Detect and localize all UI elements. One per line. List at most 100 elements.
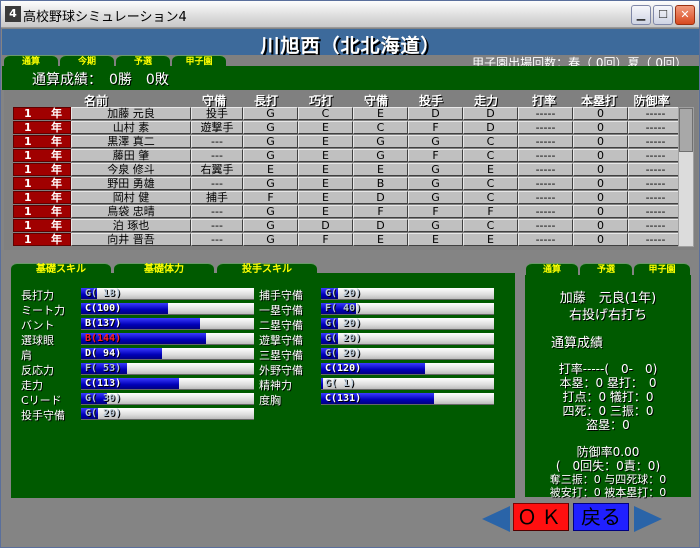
grade-suffix: 年 xyxy=(51,149,62,162)
cell-speed: E xyxy=(463,233,518,246)
stat-sb: 盗塁：0 xyxy=(586,418,630,432)
table-row[interactable]: 1 年岡村 健捕手 F E D G C ----- 0 ----- xyxy=(13,191,683,204)
cell-name: 加藤 元良 xyxy=(71,107,191,120)
minimize-button[interactable]: ▁ xyxy=(631,5,651,25)
table-row[interactable]: 1 年鳥袋 忠晴 --- G E F F F ----- 0 ----- xyxy=(13,205,683,218)
player-info-panel: 加藤 元良(1年) 右投げ右打ち 通算成績 打率-----( 0- 0) 本塁：… xyxy=(525,275,691,499)
title-bar: 4 高校野球シミュレーション4 ▁ ☐ ✕ xyxy=(1,1,699,28)
skill-bar: G( 18) xyxy=(81,288,254,300)
skill-label: 投手守備 xyxy=(21,409,65,422)
cell-hr: 0 xyxy=(573,191,628,204)
maximize-button[interactable]: ☐ xyxy=(653,5,673,25)
cell-field: E xyxy=(353,107,408,120)
cell-contact: E xyxy=(298,177,353,190)
grade-cell: 1年 xyxy=(13,163,71,176)
skill-label: 捕手守備 xyxy=(259,289,303,302)
prev-arrow-icon[interactable] xyxy=(482,506,510,532)
skill-label: 精神力 xyxy=(259,379,292,392)
skill-bar: C(120) xyxy=(321,363,494,375)
cell-pos: --- xyxy=(191,233,243,246)
skill-label: 三塁守備 xyxy=(259,349,303,362)
skill-bar: G( 20) xyxy=(321,348,494,360)
cell-name: 向井 晋吾 xyxy=(71,233,191,246)
table-row[interactable]: 1年泊 琢也 --- G D D G C ----- 0 ----- xyxy=(13,219,683,232)
ok-button[interactable]: ＯＫ xyxy=(513,503,569,531)
cell-pos: 遊撃手 xyxy=(191,121,243,134)
skill-bar: B(137) xyxy=(81,318,254,330)
cell-era: ----- xyxy=(628,121,683,134)
back-button[interactable]: 戻る xyxy=(573,503,629,531)
cell-name: 山村 素 xyxy=(71,121,191,134)
record-bar: 通算成績： 0勝 0敗 xyxy=(2,66,699,90)
cell-pitch: F xyxy=(408,121,463,134)
skill-bar: B(144) xyxy=(81,333,254,345)
table-row[interactable]: 1 年野田 勇雄 --- G E B G C ----- 0 ----- xyxy=(13,177,683,190)
cell-avg: ----- xyxy=(518,149,573,162)
grade-number: 1 xyxy=(24,163,32,176)
cell-field: D xyxy=(353,219,408,232)
table-scrollbar[interactable] xyxy=(678,107,694,247)
grade-number: 1 xyxy=(24,205,32,218)
table-row[interactable]: 1 年山村 素遊撃手 G E C F D ----- 0 ----- xyxy=(13,121,683,134)
cell-hr: 0 xyxy=(573,219,628,232)
cell-hr: 0 xyxy=(573,233,628,246)
cell-avg: ----- xyxy=(518,177,573,190)
table-row[interactable]: 1 年今泉 修斗 右翼手 E E E G E ----- 0 ----- xyxy=(13,163,683,176)
cell-pitch: G xyxy=(408,163,463,176)
cell-contact: F xyxy=(298,233,353,246)
table-row[interactable]: 1 年藤田 肇 --- G E G F C ----- 0 ----- xyxy=(13,149,683,162)
cell-hr: 0 xyxy=(573,205,628,218)
info-tab-koshien[interactable]: 甲子園 xyxy=(634,263,690,275)
cell-avg: ----- xyxy=(518,163,573,176)
cell-field: G xyxy=(353,135,408,148)
grade-suffix: 年 xyxy=(51,219,62,232)
cell-avg: ----- xyxy=(518,135,573,148)
cell-name: 黒澤 真二 xyxy=(71,135,191,148)
grade-suffix: 年 xyxy=(51,121,62,134)
next-arrow-icon[interactable] xyxy=(634,506,662,532)
skill-value: C(131) xyxy=(325,393,362,404)
table-row[interactable]: 1 年向井 晋吾 --- G F E E E ----- 0 ----- xyxy=(13,233,683,246)
grade-cell: 1年 xyxy=(13,233,71,246)
skill-label: ミート力 xyxy=(21,304,65,317)
info-tab-qualifier[interactable]: 予選 xyxy=(580,263,632,275)
player-table: 名前 守備 長打 巧打 守備 投手 走力 打率 本塁打 防御率 1 年加藤 元良投… xyxy=(4,90,698,250)
cell-power: G xyxy=(243,135,298,148)
cell-speed: F xyxy=(463,205,518,218)
cell-avg: ----- xyxy=(518,121,573,134)
info-tab-total[interactable]: 通算 xyxy=(526,263,578,275)
close-button[interactable]: ✕ xyxy=(675,5,695,25)
cell-era: ----- xyxy=(628,107,683,120)
table-row[interactable]: 1 年黒澤 真二 --- G E G G C ----- 0 ----- xyxy=(13,135,683,148)
skill-label: 外野守備 xyxy=(259,364,303,377)
grade-suffix: 年 xyxy=(51,177,62,190)
grade-cell: 1年 xyxy=(13,205,71,218)
scroll-thumb[interactable] xyxy=(679,108,693,152)
skill-label: バント xyxy=(21,319,55,332)
cell-speed: C xyxy=(463,177,518,190)
cell-contact: E xyxy=(298,121,353,134)
skill-label: Cリード xyxy=(21,394,62,407)
cell-name: 野田 勇雄 xyxy=(71,177,191,190)
grade-cell: 1年 xyxy=(13,219,71,232)
grade-number: 1 xyxy=(24,219,32,232)
skill-panel: 長打力 G( 18) ミート力 C(100) バント B(137) 選球眼 B(144) 肩 D(… xyxy=(11,273,515,498)
cell-power: G xyxy=(243,219,298,232)
cell-pitch: D xyxy=(408,107,463,120)
skill-bar: G( 20) xyxy=(321,333,494,345)
cell-speed: C xyxy=(463,149,518,162)
skill-value: G( 20) xyxy=(325,348,362,359)
skill-value: G( 18) xyxy=(85,288,122,299)
cell-power: G xyxy=(243,177,298,190)
skill-bar: G( 20) xyxy=(321,318,494,330)
grade-number: 1 xyxy=(24,149,32,162)
skill-value: B(144) xyxy=(85,333,122,344)
grade-number: 1 xyxy=(24,121,32,134)
cell-era: ----- xyxy=(628,191,683,204)
cell-hr: 0 xyxy=(573,107,628,120)
cell-power: F xyxy=(243,191,298,204)
table-row[interactable]: 1 年加藤 元良 投手 G C E D D ----- 0 ----- xyxy=(13,107,683,120)
cell-pitch: G xyxy=(408,219,463,232)
cell-speed: C xyxy=(463,135,518,148)
grade-suffix: 年 xyxy=(51,233,62,246)
